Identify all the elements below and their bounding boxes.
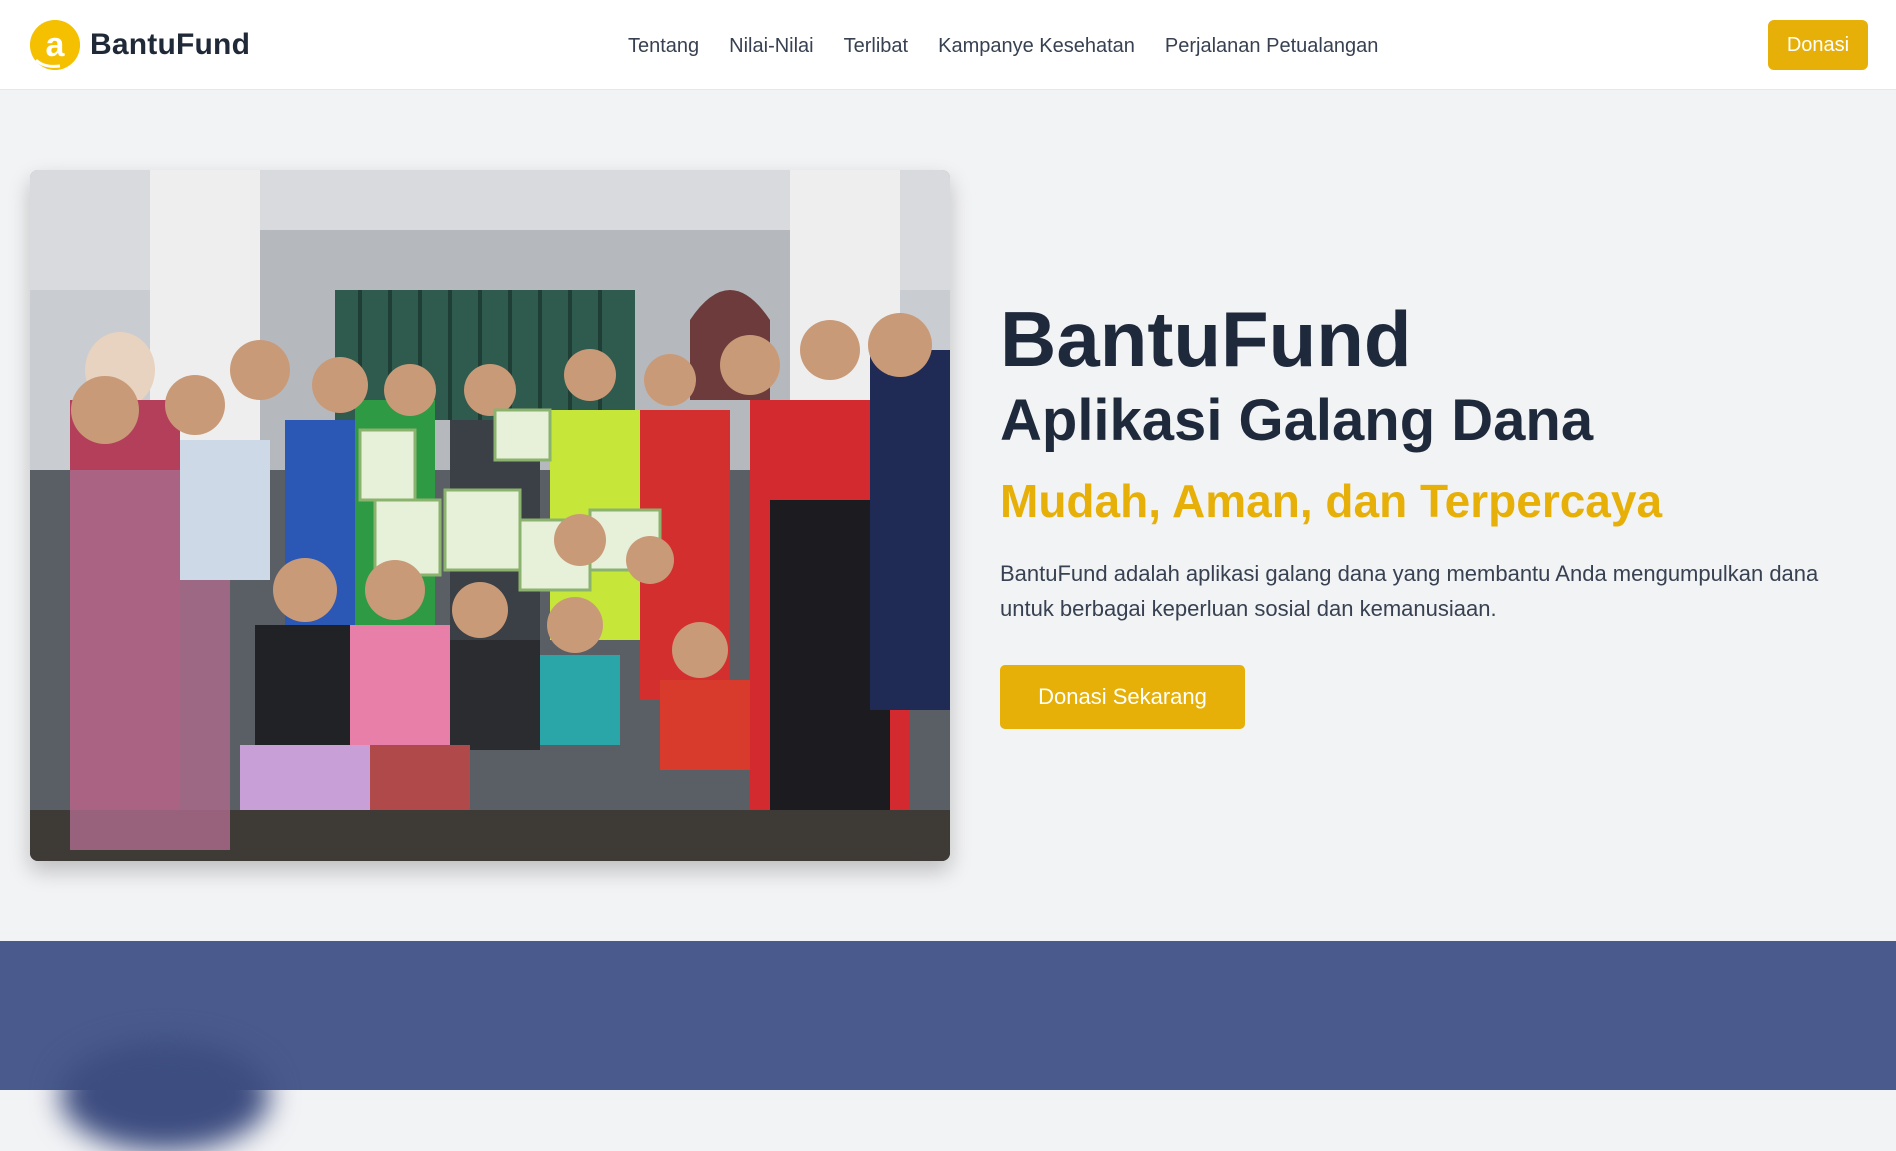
- nav-link-terlibat[interactable]: Terlibat: [844, 35, 908, 58]
- nav-donate-button[interactable]: Donasi: [1768, 20, 1868, 70]
- decorative-shape: [60, 1041, 270, 1151]
- nav-link-tentang[interactable]: Tentang: [628, 35, 699, 58]
- nav-link-kampanye-kesehatan[interactable]: Kampanye Kesehatan: [938, 35, 1135, 58]
- brand[interactable]: a BantuFund: [30, 20, 250, 70]
- hero-description: BantuFund adalah aplikasi galang dana ya…: [1000, 561, 1819, 621]
- nav-link-perjalanan-petualangan[interactable]: Perjalanan Petualangan: [1165, 35, 1379, 58]
- donate-now-button[interactable]: Donasi Sekarang: [1000, 665, 1245, 729]
- letter-a-logo-icon: a: [30, 20, 80, 70]
- hero-section: BantuFund Aplikasi Galang Dana Mudah, Am…: [0, 90, 1896, 941]
- svg-text:a: a: [46, 26, 66, 64]
- nav-links: Tentang Nilai-Nilai Terlibat Kampanye Ke…: [628, 30, 1378, 62]
- hero-tagline: Mudah, Aman, dan Terpercaya: [1000, 475, 1663, 527]
- brand-name: BantuFund: [90, 28, 251, 61]
- hero-title: BantuFund: [1000, 295, 1412, 383]
- hero-subtitle: Aplikasi Galang Dana: [1000, 388, 1594, 453]
- hero-image: [30, 170, 950, 861]
- nav-link-nilai-nilai[interactable]: Nilai-Nilai: [729, 35, 813, 58]
- lower-section: [0, 941, 1896, 1151]
- navbar: a BantuFund Tentang Nilai-Nilai Terlibat…: [0, 0, 1896, 90]
